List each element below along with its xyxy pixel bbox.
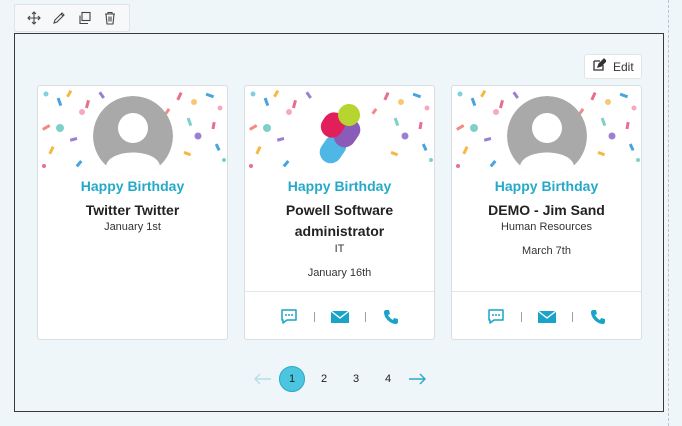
pencil-icon[interactable]	[48, 7, 70, 29]
birthday-date: March 7th	[522, 245, 571, 257]
separator	[364, 311, 366, 322]
page-1-button[interactable]: 1	[279, 366, 305, 392]
card-heading: Happy Birthday	[80, 178, 185, 194]
page-3-button[interactable]: 3	[343, 366, 369, 392]
contact-actions	[245, 291, 434, 339]
birthday-card[interactable]: Happy Birthday Powell Software administr…	[244, 85, 435, 340]
department: IT	[334, 243, 345, 255]
powell-logo-icon	[319, 104, 361, 164]
duplicate-icon[interactable]	[74, 7, 96, 29]
separator	[571, 311, 573, 322]
default-avatar-icon	[93, 96, 173, 176]
trash-icon[interactable]	[99, 7, 121, 29]
previous-page-arrow-icon[interactable]	[250, 366, 276, 392]
card-heading: Happy Birthday	[287, 178, 392, 194]
move-icon[interactable]	[23, 7, 45, 29]
page-4-button[interactable]: 4	[375, 366, 401, 392]
chat-icon[interactable]	[270, 306, 308, 328]
phone-icon[interactable]	[372, 306, 410, 328]
birthday-card[interactable]: Happy Birthday Twitter Twitter January 1…	[37, 85, 228, 340]
avatar	[93, 96, 173, 176]
default-avatar-icon	[507, 96, 587, 176]
separator	[313, 311, 315, 322]
person-name[interactable]: Twitter Twitter	[42, 200, 223, 221]
person-name[interactable]: Powell Software administrator	[249, 200, 430, 242]
mail-icon[interactable]	[528, 306, 566, 328]
phone-icon[interactable]	[579, 306, 617, 328]
card-heading: Happy Birthday	[494, 178, 599, 194]
edit-icon	[592, 58, 607, 75]
webpart-toolbar	[14, 4, 130, 32]
mail-icon[interactable]	[321, 306, 359, 328]
avatar	[507, 96, 587, 176]
person-name[interactable]: DEMO - Jim Sand	[456, 200, 637, 221]
birthday-date: January 1st	[104, 221, 161, 233]
chat-icon[interactable]	[477, 306, 515, 328]
avatar	[300, 96, 380, 176]
edit-button[interactable]: Edit	[584, 54, 642, 79]
separator	[520, 311, 522, 322]
next-page-arrow-icon[interactable]	[404, 366, 430, 392]
birthday-card[interactable]: Happy Birthday DEMO - Jim Sand Human Res…	[451, 85, 642, 340]
edit-button-label: Edit	[613, 59, 634, 74]
page-2-button[interactable]: 2	[311, 366, 337, 392]
contact-actions	[452, 291, 641, 339]
department: Human Resources	[500, 221, 593, 233]
canvas-edge-line	[668, 0, 669, 426]
birthday-date: January 16th	[307, 267, 372, 279]
pagination: 1 2 3 4	[250, 366, 430, 392]
